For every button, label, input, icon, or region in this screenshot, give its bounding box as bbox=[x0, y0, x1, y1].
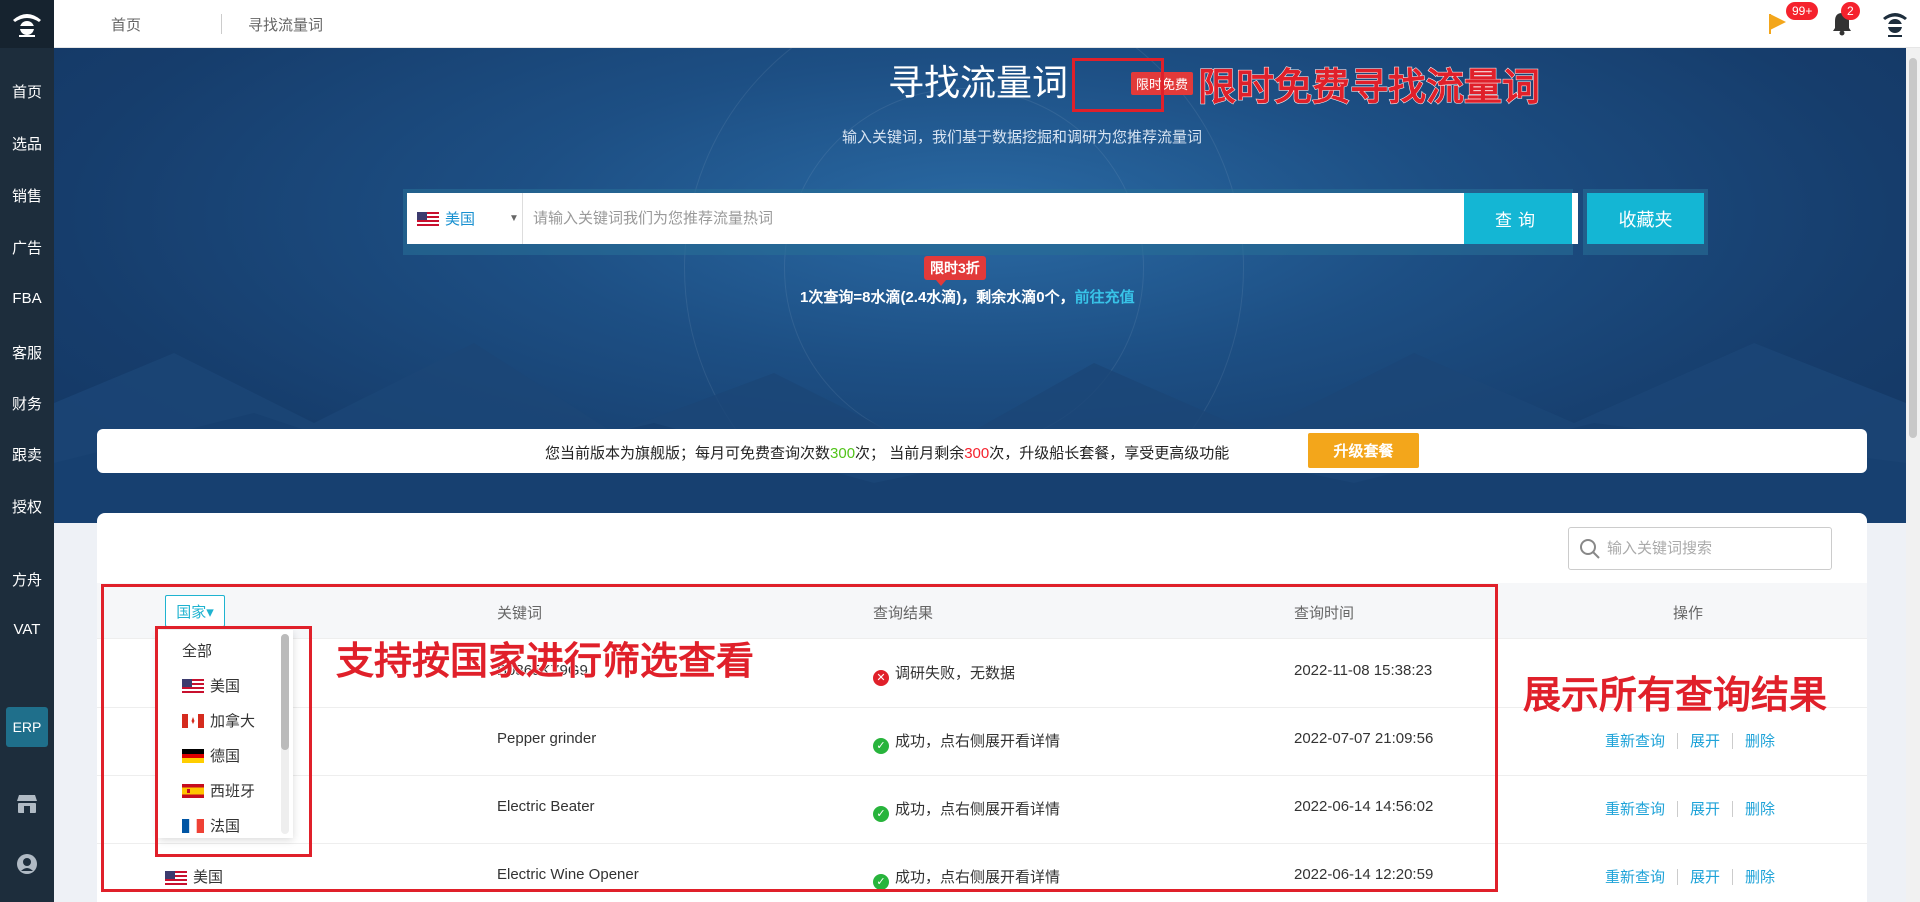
breadcrumb-home[interactable]: 首页 bbox=[111, 14, 141, 35]
expand-link[interactable]: 展开 bbox=[1690, 869, 1720, 886]
orange-flag-icon[interactable] bbox=[1767, 12, 1789, 40]
us-flag-icon bbox=[417, 211, 439, 226]
cost-info: 1次查询=8水滴(2.4水滴)，剩余水滴0个，前往充值 bbox=[800, 286, 1135, 307]
row-actions: 重新查询 展开 删除 bbox=[1605, 866, 1775, 887]
erp-button[interactable]: ERP bbox=[6, 707, 48, 747]
topbar: 首页 寻找流量词 99+ 2 bbox=[54, 0, 1920, 48]
row-actions: 重新查询 展开 删除 bbox=[1605, 798, 1775, 819]
plan-info: 您当前版本为旗舰版；每月可免费查询次数300次； 当前月剩余300次，升级船长套… bbox=[545, 442, 1229, 463]
support-icon[interactable] bbox=[14, 851, 40, 877]
favorites-button[interactable]: 收藏夹 bbox=[1587, 193, 1704, 244]
page-scrollbar[interactable] bbox=[1906, 48, 1920, 902]
remaining-drops: 0 bbox=[1036, 289, 1045, 306]
plan-text-2: 次； 当前月剩余 bbox=[855, 445, 965, 462]
remaining-count: 300 bbox=[964, 445, 990, 462]
page-scrollbar-thumb[interactable] bbox=[1909, 58, 1917, 438]
annotation-show-all-results: 展示所有查询结果 bbox=[1522, 675, 1828, 718]
header-ops: 操作 bbox=[1673, 605, 1704, 622]
plan-text-1: 您当前版本为旗舰版；每月可免费查询次数 bbox=[545, 445, 831, 462]
store-icon[interactable] bbox=[14, 791, 40, 817]
sidebar-item-finance[interactable]: 财务 bbox=[0, 393, 54, 414]
country-select[interactable]: 美国 ▼ bbox=[407, 193, 523, 244]
sidebar: 首页 选品 销售 广告 FBA 客服 财务 跟卖 授权 方舟 VAT ERP bbox=[0, 0, 54, 902]
results-search[interactable] bbox=[1568, 527, 1832, 570]
delete-link[interactable]: 删除 bbox=[1745, 801, 1775, 818]
plan-text-3: 次，升级船长套餐，享受更高级功能 bbox=[989, 445, 1230, 462]
sidebar-item-fba[interactable]: FBA bbox=[0, 290, 54, 307]
annotation-filter-by-country: 支持按国家进行筛选查看 bbox=[335, 641, 755, 684]
search-icon bbox=[1579, 538, 1601, 564]
favorites-wrap: 收藏夹 bbox=[1583, 189, 1708, 255]
delete-link[interactable]: 删除 bbox=[1745, 869, 1775, 886]
breadcrumb-current[interactable]: 寻找流量词 bbox=[248, 14, 323, 35]
cost-prefix: 1次查询=8水滴(2.4水滴)，剩余水滴 bbox=[800, 289, 1037, 306]
sidebar-item-ads[interactable]: 广告 bbox=[0, 237, 54, 258]
keyword-input[interactable] bbox=[529, 193, 1459, 244]
country-select-value: 美国 bbox=[445, 211, 476, 228]
avatar[interactable] bbox=[1880, 8, 1910, 44]
requery-link[interactable]: 重新查询 bbox=[1605, 801, 1665, 818]
expand-link[interactable]: 展开 bbox=[1690, 733, 1720, 750]
sidebar-item-product-selection[interactable]: 选品 bbox=[0, 133, 54, 154]
sidebar-item-authorization[interactable]: 授权 bbox=[0, 496, 54, 517]
cost-suffix: 个， bbox=[1044, 289, 1075, 306]
page-title: 寻找流量词 bbox=[888, 62, 1069, 103]
annotation-free-search: 限时免费寻找流量词 bbox=[1197, 67, 1541, 110]
sidebar-item-sales[interactable]: 销售 bbox=[0, 185, 54, 206]
upgrade-button[interactable]: 升级套餐 bbox=[1308, 433, 1419, 468]
page-subtitle: 输入关键词，我们基于数据挖掘和调研为您推荐流量词 bbox=[842, 129, 1203, 146]
monthly-free-count: 300 bbox=[830, 445, 856, 462]
annotation-box-filter bbox=[155, 626, 312, 857]
plan-bar: 您当前版本为旗舰版；每月可免费查询次数300次； 当前月剩余300次，升级船长套… bbox=[97, 429, 1867, 473]
row-actions: 重新查询 展开 删除 bbox=[1605, 730, 1775, 751]
expand-link[interactable]: 展开 bbox=[1690, 801, 1720, 818]
search-box: 美国 ▼ 查询 bbox=[407, 193, 1578, 244]
recharge-link[interactable]: 前往充值 bbox=[1075, 289, 1135, 306]
delete-link[interactable]: 删除 bbox=[1745, 733, 1775, 750]
sidebar-item-customer-service[interactable]: 客服 bbox=[0, 342, 54, 363]
notification-badge: 99+ bbox=[1786, 2, 1819, 20]
sidebar-item-vat[interactable]: VAT bbox=[0, 621, 54, 638]
results-search-input[interactable] bbox=[1607, 540, 1817, 557]
annotation-box-free bbox=[1072, 58, 1164, 112]
sidebar-item-follow-sell[interactable]: 跟卖 bbox=[0, 444, 54, 465]
sidebar-item-home[interactable]: 首页 bbox=[0, 81, 54, 102]
requery-link[interactable]: 重新查询 bbox=[1605, 733, 1665, 750]
mountain-background bbox=[54, 343, 1906, 523]
discount-tag: 限时3折 bbox=[924, 256, 986, 286]
bell-badge: 2 bbox=[1841, 2, 1860, 20]
requery-link[interactable]: 重新查询 bbox=[1605, 869, 1665, 886]
chevron-down-icon: ▼ bbox=[509, 213, 519, 224]
breadcrumb-separator bbox=[221, 14, 222, 34]
sidebar-item-ark[interactable]: 方舟 bbox=[0, 569, 54, 590]
search-bar: 美国 ▼ 查询 bbox=[403, 189, 1578, 255]
query-button[interactable]: 查询 bbox=[1464, 193, 1572, 244]
logo-icon[interactable] bbox=[0, 0, 54, 48]
